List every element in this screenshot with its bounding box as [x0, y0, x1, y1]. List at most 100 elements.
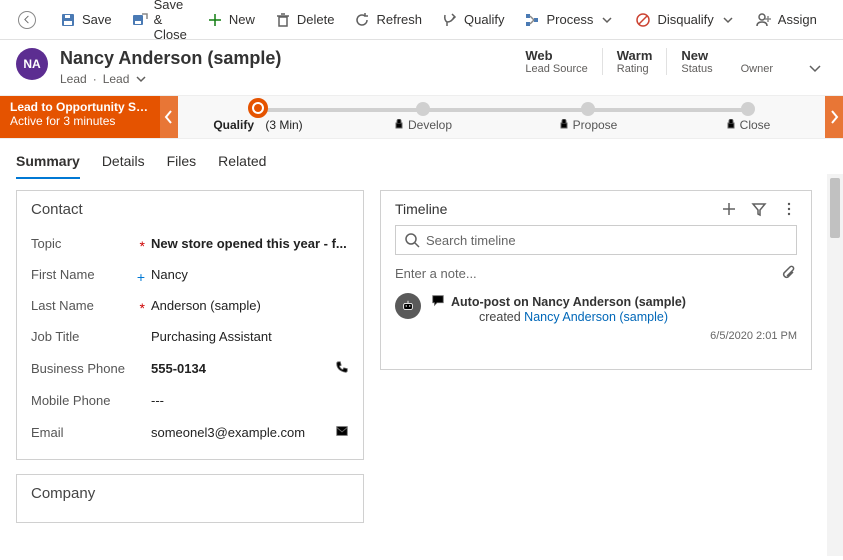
person-icon — [756, 12, 772, 28]
timeline-section: Timeline Search timeline Enter a note...… — [380, 190, 812, 370]
form-tabs: Summary Details Files Related — [0, 139, 843, 180]
new-label: New — [229, 12, 255, 27]
delete-label: Delete — [297, 12, 335, 27]
entity-label: Lead — [60, 72, 87, 86]
assign-button[interactable]: Assign — [746, 0, 827, 40]
timeline-search[interactable]: Search timeline — [395, 225, 797, 255]
timeline-more-button[interactable] — [781, 201, 797, 217]
bot-icon — [395, 293, 421, 319]
delete-button[interactable]: Delete — [265, 0, 345, 40]
form-selector[interactable]: Lead — [103, 71, 150, 87]
chevron-down-icon — [599, 12, 615, 28]
contact-section: Contact Topic* New store opened this yea… — [16, 190, 364, 460]
tab-related[interactable]: Related — [218, 147, 266, 179]
section-title: Contact — [31, 201, 349, 218]
qualify-icon — [442, 12, 458, 28]
bpf-stage-qualify[interactable]: Qualify (3 Min) — [178, 96, 338, 132]
bpf-active-duration: Active for 3 minutes — [10, 114, 150, 128]
trash-icon — [275, 12, 291, 28]
field-topic[interactable]: Topic* New store opened this year - f... — [31, 228, 349, 259]
chevron-down-icon — [720, 12, 736, 28]
recommended-indicator-icon: + — [137, 269, 145, 285]
new-button[interactable]: New — [197, 0, 265, 40]
refresh-icon — [354, 12, 370, 28]
refresh-button[interactable]: Refresh — [344, 0, 432, 40]
mail-icon[interactable] — [335, 424, 349, 441]
timeline-note-placeholder: Enter a note... — [395, 266, 477, 281]
qualify-label: Qualify — [464, 12, 504, 27]
bpf-prev-button[interactable] — [160, 96, 178, 138]
timeline-item-link[interactable]: Nancy Anderson (sample) — [524, 310, 668, 324]
form-body: Contact Topic* New store opened this yea… — [0, 180, 843, 560]
disqualify-icon — [635, 12, 651, 28]
header-field-rating[interactable]: Warm Rating — [602, 48, 667, 75]
chevron-left-icon — [18, 11, 36, 29]
save-icon — [60, 12, 76, 28]
phone-icon[interactable] — [335, 360, 349, 377]
stage-dot-icon — [741, 102, 755, 116]
timeline-item-title: Auto-post on Nancy Anderson (sample) — [451, 295, 686, 309]
form-selector-label: Lead — [103, 72, 130, 86]
vertical-scrollbar[interactable] — [827, 174, 843, 556]
stage-dot-icon — [581, 102, 595, 116]
chevron-down-icon — [133, 71, 149, 87]
process-label: Process — [546, 12, 593, 27]
timeline-item-action: created — [479, 310, 524, 324]
chevron-down-icon — [807, 60, 823, 76]
business-process-flow: Lead to Opportunity Sale... Active for 3… — [0, 95, 843, 139]
stage-dot-icon — [416, 102, 430, 116]
bpf-stage-propose[interactable]: Propose — [508, 96, 668, 132]
save-close-icon — [132, 12, 148, 28]
company-section: Company — [16, 474, 364, 523]
disqualify-label: Disqualify — [657, 12, 713, 27]
message-icon — [431, 293, 445, 310]
field-job-title[interactable]: Job Title Purchasing Assistant — [31, 321, 349, 352]
bpf-flow-name: Lead to Opportunity Sale... — [10, 100, 150, 114]
disqualify-button[interactable]: Disqualify — [625, 0, 745, 40]
timeline-add-button[interactable] — [721, 201, 737, 217]
bpf-stage-close[interactable]: Close — [668, 96, 828, 132]
bpf-next-button[interactable] — [825, 96, 843, 138]
required-indicator-icon: * — [140, 238, 145, 254]
save-close-label: Save & Close — [154, 0, 187, 42]
scrollbar-thumb[interactable] — [830, 178, 840, 238]
required-indicator-icon: * — [140, 300, 145, 316]
field-first-name[interactable]: First Name+ Nancy — [31, 259, 349, 290]
bpf-stage-develop[interactable]: Develop — [343, 96, 503, 132]
header-field-status[interactable]: New Status — [666, 48, 726, 75]
record-title: Nancy Anderson (sample) — [60, 48, 281, 69]
field-email[interactable]: Email someonel3@example.com — [31, 416, 349, 449]
timeline-item[interactable]: Auto-post on Nancy Anderson (sample) cre… — [395, 293, 797, 342]
lock-icon — [394, 118, 404, 132]
lock-icon — [726, 118, 736, 132]
lock-icon — [559, 118, 569, 132]
process-icon — [524, 12, 540, 28]
qualify-button[interactable]: Qualify — [432, 0, 514, 40]
save-button[interactable]: Save — [50, 0, 122, 40]
search-icon — [404, 232, 420, 248]
refresh-label: Refresh — [376, 12, 422, 27]
header-field-owner[interactable]: Owner — [727, 48, 787, 75]
record-header: NA Nancy Anderson (sample) Lead · Lead W… — [0, 40, 843, 95]
timeline-note-input[interactable]: Enter a note... — [395, 265, 797, 281]
save-close-button[interactable]: Save & Close — [122, 0, 197, 40]
field-last-name[interactable]: Last Name* Anderson (sample) — [31, 290, 349, 321]
back-button[interactable] — [8, 0, 50, 40]
timeline-filter-button[interactable] — [751, 201, 767, 217]
bpf-active-stage-panel[interactable]: Lead to Opportunity Sale... Active for 3… — [0, 96, 160, 138]
tab-details[interactable]: Details — [102, 147, 145, 179]
field-business-phone[interactable]: Business Phone 555-0134 — [31, 352, 349, 385]
process-button[interactable]: Process — [514, 0, 625, 40]
header-field-lead-source[interactable]: Web Lead Source — [511, 48, 601, 75]
more-vertical-icon — [837, 10, 843, 26]
header-expand-toggle[interactable] — [807, 60, 823, 81]
timeline-item-timestamp: 6/5/2020 2:01 PM — [431, 330, 797, 342]
overflow-menu[interactable] — [827, 10, 843, 29]
tab-files[interactable]: Files — [167, 147, 197, 179]
paperclip-icon[interactable] — [781, 265, 797, 281]
field-mobile-phone[interactable]: Mobile Phone --- — [31, 385, 349, 416]
timeline-search-placeholder: Search timeline — [426, 233, 516, 248]
command-bar: Save Save & Close New Delete Refresh Qua… — [0, 0, 843, 40]
tab-summary[interactable]: Summary — [16, 147, 80, 179]
stage-dot-active-icon — [248, 98, 268, 118]
